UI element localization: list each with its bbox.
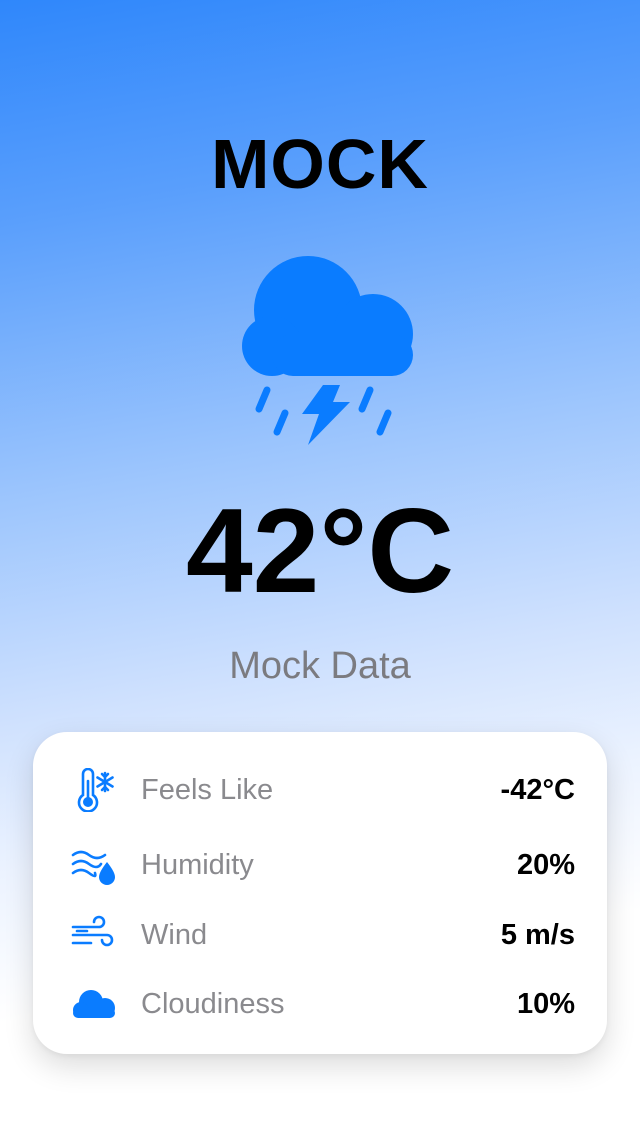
details-card: Feels Like -42°C Humidity 20% Wind 5 m/s… — [33, 732, 607, 1054]
detail-row-feels-like: Feels Like -42°C — [33, 765, 607, 815]
detail-value: 5 m/s — [500, 919, 575, 951]
wind-icon — [69, 913, 119, 957]
cloud-bolt-rain-icon — [228, 250, 418, 450]
detail-label: Humidity — [141, 849, 254, 881]
detail-row-cloudiness: Cloudiness 10% — [33, 979, 607, 1029]
city-name: MOCK — [211, 125, 429, 203]
detail-row-wind: Wind 5 m/s — [33, 910, 607, 960]
detail-label: Feels Like — [141, 774, 274, 806]
weather-description: Mock Data — [229, 645, 411, 687]
current-temperature: 42°C — [185, 484, 455, 618]
detail-value: -42°C — [500, 774, 575, 806]
detail-value: 20% — [516, 849, 575, 881]
detail-row-humidity: Humidity 20% — [33, 840, 607, 890]
cloud-icon — [69, 982, 119, 1026]
detail-label: Cloudiness — [141, 988, 285, 1020]
humidity-icon — [69, 843, 119, 887]
thermometer-snowflake-icon — [69, 768, 119, 812]
detail-value: 10% — [516, 988, 575, 1020]
detail-label: Wind — [141, 919, 208, 951]
